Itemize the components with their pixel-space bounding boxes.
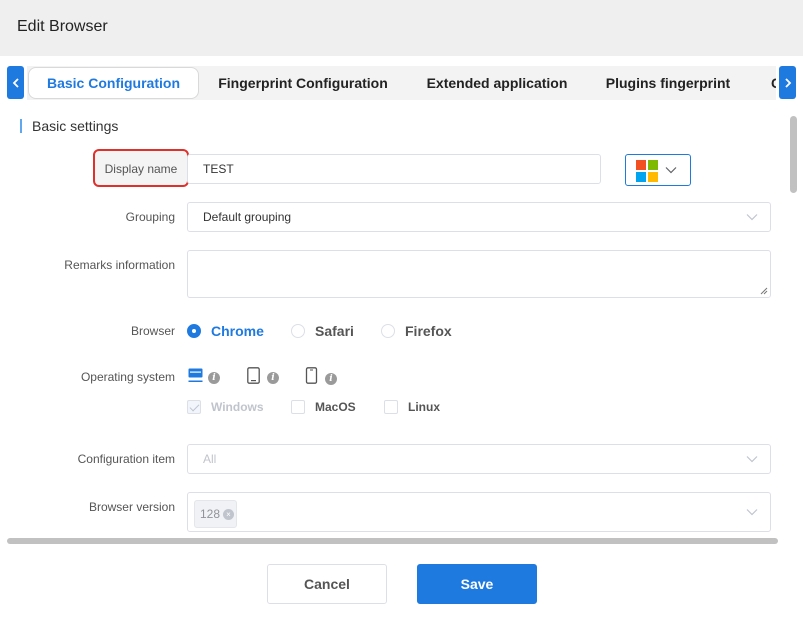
remarks-label: Remarks information	[64, 258, 175, 272]
desktop-device-option[interactable]: i	[187, 367, 223, 387]
mobile-device-option[interactable]: i	[304, 367, 340, 387]
tab-fingerprint-configuration[interactable]: Fingerprint Configuration	[207, 67, 399, 99]
section-marker	[20, 119, 22, 133]
browser-radio-safari[interactable]: Safari	[291, 323, 354, 339]
checkbox-indicator	[384, 400, 398, 414]
tab-bar: Basic Configuration Fingerprint Configur…	[0, 66, 803, 100]
grouping-label: Grouping	[125, 210, 175, 224]
tabs-scroll-right-button[interactable]	[779, 66, 796, 99]
checkbox-indicator	[291, 400, 305, 414]
browser-version-tag-label: 128	[200, 507, 221, 521]
configuration-item-label: Configuration item	[77, 452, 175, 466]
desktop-icon	[188, 368, 203, 382]
browser-option-label: Safari	[315, 323, 354, 339]
browser-label: Browser	[130, 324, 175, 338]
cancel-button[interactable]: Cancel	[267, 564, 387, 604]
dialog-title: Edit Browser	[17, 18, 108, 35]
display-name-label: Display name	[104, 162, 178, 176]
tabs-scroll-left-button[interactable]	[7, 66, 24, 99]
os-checkbox-windows[interactable]: Windows	[187, 400, 264, 414]
info-icon[interactable]: i	[267, 372, 279, 384]
operating-system-label: Operating system	[80, 370, 175, 384]
os-option-label: MacOS	[315, 400, 356, 414]
mobile-icon	[305, 367, 318, 384]
browser-radio-chrome[interactable]: Chrome	[187, 323, 264, 339]
radio-indicator	[381, 324, 395, 338]
browser-option-label: Firefox	[405, 323, 452, 339]
tablet-device-option[interactable]: i	[245, 367, 281, 387]
info-icon[interactable]: i	[325, 373, 337, 385]
tabs-track: Basic Configuration Fingerprint Configur…	[27, 66, 776, 100]
grouping-select[interactable]: Default grouping	[187, 202, 771, 232]
os-checkbox-macos[interactable]: MacOS	[291, 400, 356, 414]
tab-next-partial[interactable]: C	[771, 67, 776, 99]
browser-version-tag: 128 ×	[194, 500, 237, 528]
tablet-icon	[247, 367, 260, 384]
vertical-scrollbar[interactable]	[790, 116, 797, 193]
save-button[interactable]: Save	[417, 564, 537, 604]
grouping-value: Default grouping	[203, 210, 292, 224]
tab-extended-application[interactable]: Extended application	[412, 67, 582, 99]
browser-version-select[interactable]	[187, 492, 771, 532]
radio-indicator	[187, 324, 201, 338]
info-icon[interactable]: i	[208, 372, 220, 384]
dialog-header: Edit Browser	[0, 0, 803, 56]
resize-handle-icon[interactable]	[760, 287, 768, 295]
windows-logo-icon	[636, 160, 658, 182]
os-option-label: Windows	[211, 400, 264, 414]
remarks-textarea[interactable]	[187, 250, 771, 298]
browser-version-label: Browser version	[88, 500, 175, 514]
chevron-down-icon	[746, 456, 758, 463]
browser-radio-firefox[interactable]: Firefox	[381, 323, 452, 339]
configuration-item-select[interactable]: All	[187, 444, 771, 474]
checkbox-indicator	[187, 400, 201, 414]
section-title: Basic settings	[32, 118, 119, 134]
os-option-label: Linux	[408, 400, 440, 414]
radio-indicator	[291, 324, 305, 338]
configuration-item-placeholder: All	[203, 452, 217, 466]
browser-option-label: Chrome	[211, 323, 264, 339]
close-icon[interactable]: ×	[223, 509, 234, 520]
chevron-right-icon	[784, 77, 791, 88]
chevron-down-icon	[746, 214, 758, 221]
chevron-down-icon	[746, 509, 758, 516]
horizontal-scrollbar[interactable]	[7, 538, 778, 544]
chevron-left-icon	[12, 77, 19, 88]
os-type-select[interactable]	[625, 154, 691, 186]
display-name-value: TEST	[203, 162, 234, 176]
chevron-down-icon	[665, 167, 677, 174]
os-checkbox-linux[interactable]: Linux	[384, 400, 440, 414]
display-name-label-highlight: Display name	[93, 149, 189, 187]
tab-basic-configuration[interactable]: Basic Configuration	[28, 67, 199, 99]
display-name-input[interactable]: TEST	[187, 154, 601, 184]
tab-plugins-fingerprint[interactable]: Plugins fingerprint	[593, 67, 743, 99]
